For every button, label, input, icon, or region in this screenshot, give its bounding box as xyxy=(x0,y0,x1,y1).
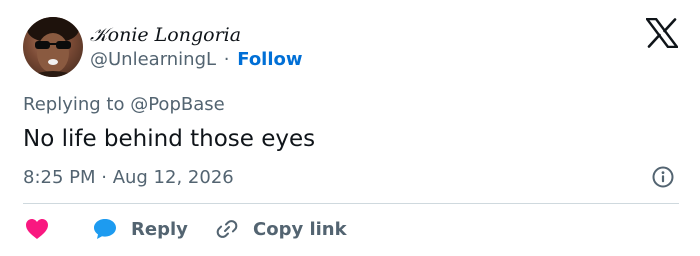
follow-button[interactable]: Follow xyxy=(237,49,302,70)
reply-label: Reply xyxy=(131,218,188,240)
separator-dot: · xyxy=(223,49,230,70)
avatar-image xyxy=(27,17,79,77)
copy-link-label: Copy link xyxy=(253,218,347,240)
author-handle-row: @UnlearningL · Follow xyxy=(90,49,303,71)
x-logo-icon[interactable] xyxy=(645,17,679,49)
divider xyxy=(23,203,679,204)
heart-icon xyxy=(26,219,48,239)
tweet-text: No life behind those eyes xyxy=(23,126,316,152)
replying-mention[interactable]: @PopBase xyxy=(130,94,224,115)
like-button[interactable] xyxy=(25,214,49,244)
tweet-timestamp[interactable]: 8:25 PM · Aug 12, 2026 xyxy=(23,167,234,189)
author-display-name[interactable]: 𝒦𝑜𝑛𝑖𝑒 𝐿𝑜𝑛𝑔𝑜𝑟𝑖𝑎 xyxy=(90,23,241,47)
link-icon xyxy=(216,220,238,238)
reply-button[interactable]: Reply xyxy=(93,214,188,244)
author-handle[interactable]: @UnlearningL xyxy=(90,49,216,70)
replying-to: Replying to @PopBase xyxy=(23,94,225,116)
tweet-card: 𝒦𝑜𝑛𝑖𝑒 𝐿𝑜𝑛𝑔𝑜𝑟𝑖𝑎 @UnlearningL · Follow Rep… xyxy=(0,0,700,256)
speech-bubble-icon xyxy=(94,219,116,239)
replying-prefix: Replying to xyxy=(23,94,125,115)
info-icon[interactable] xyxy=(652,166,674,188)
avatar[interactable] xyxy=(23,17,83,77)
copy-link-button[interactable]: Copy link xyxy=(215,214,347,244)
